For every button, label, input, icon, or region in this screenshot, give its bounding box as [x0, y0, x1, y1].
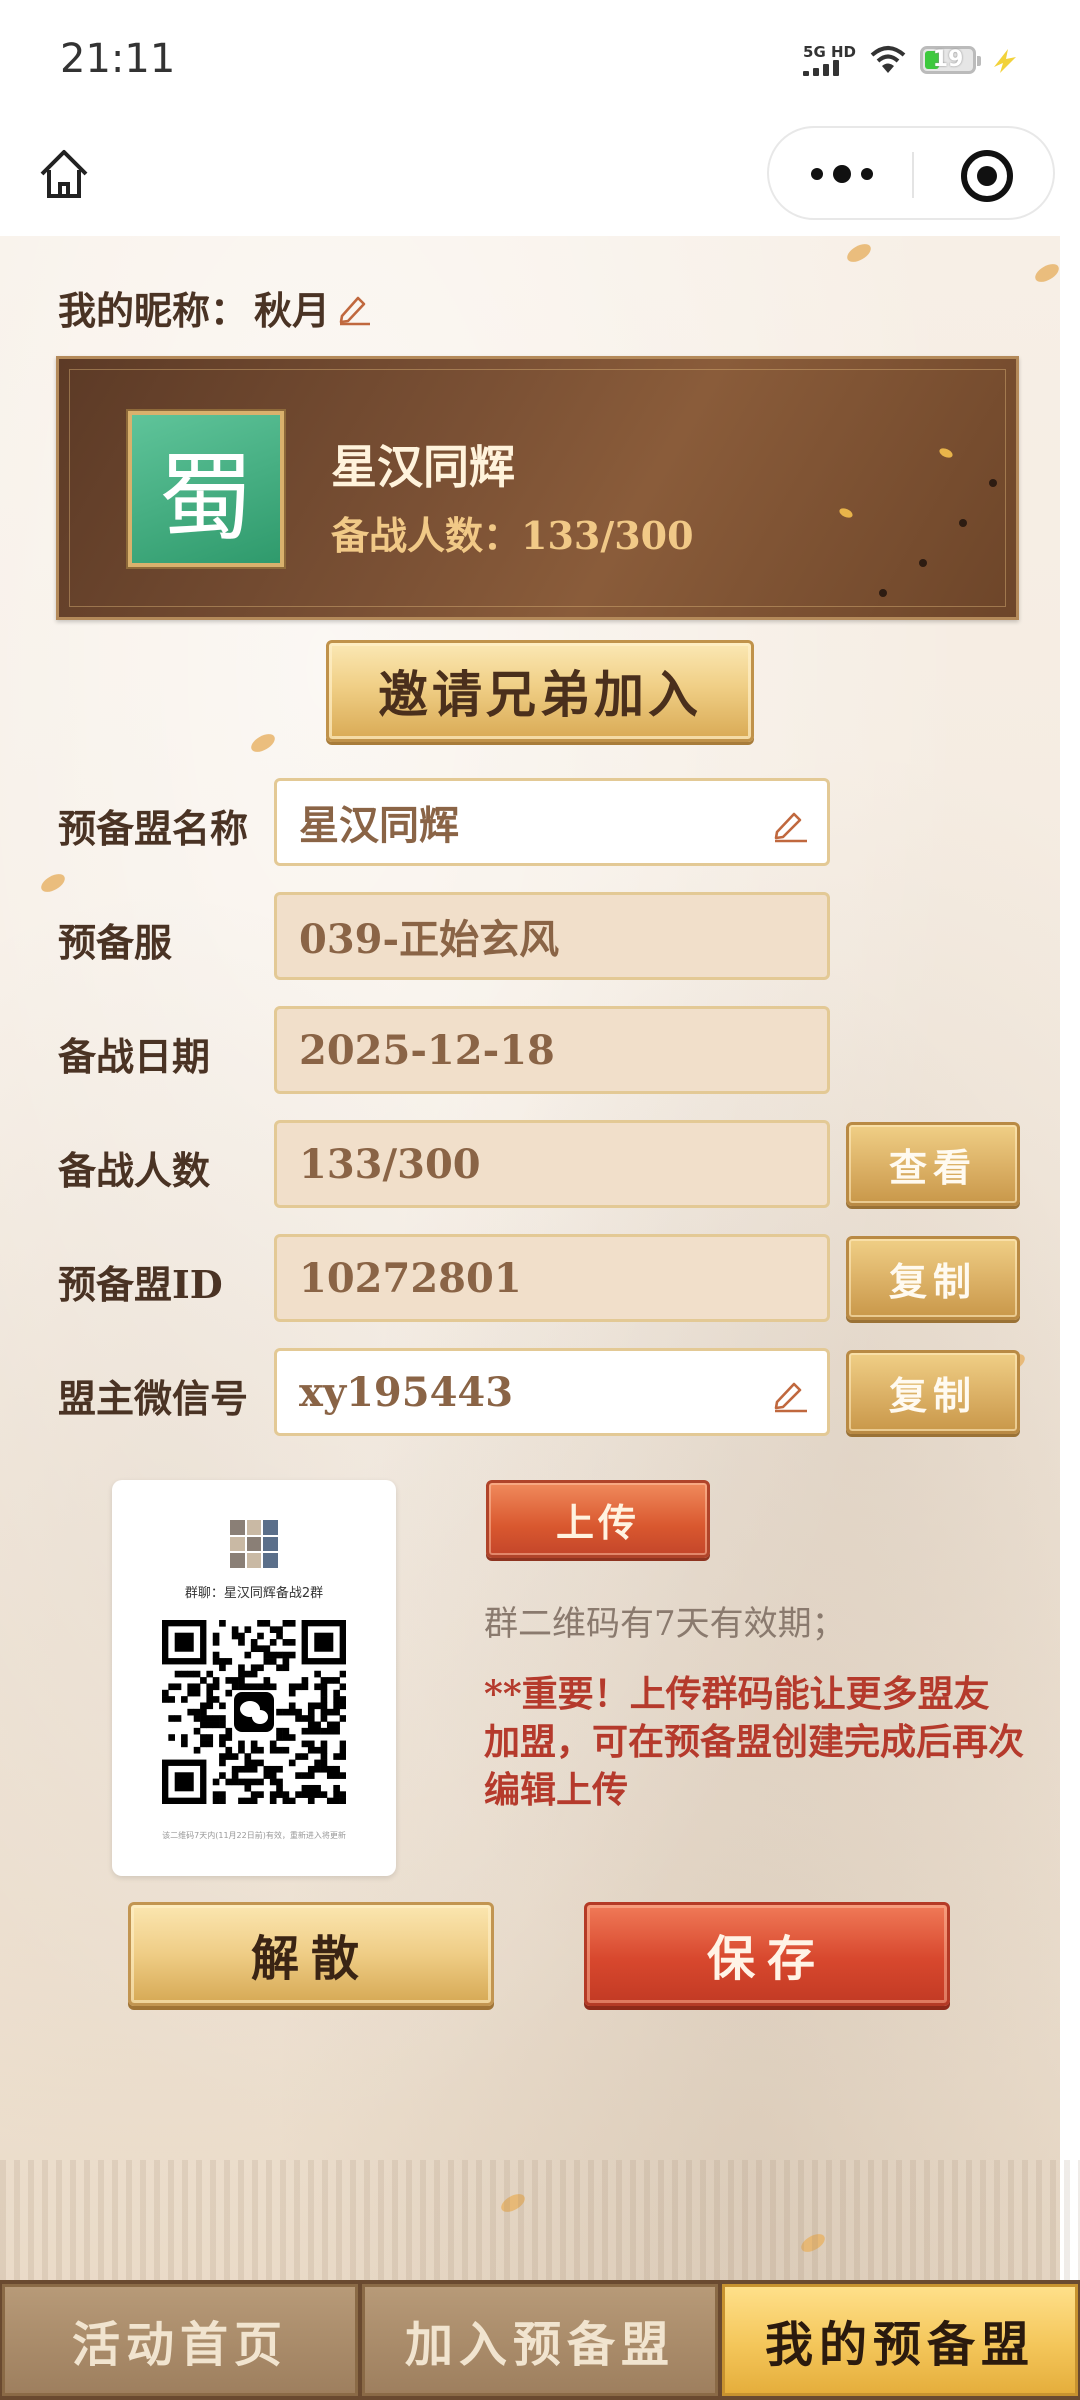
home-icon[interactable]: [34, 144, 94, 204]
qr-footer-text: 该二维码7天内(11月22日前)有效，重新进入将更新: [162, 1831, 346, 1840]
tab-activity-home[interactable]: 活动首页: [2, 2284, 358, 2396]
alliance-name-field[interactable]: 星汉同辉: [274, 778, 830, 866]
group-qr-card[interactable]: 群聊：星汉同辉备战2群 该二维码7天内(11月22日前)有效，重新进入将更新: [112, 1480, 396, 1876]
alliance-id-field: 10272801: [274, 1234, 830, 1322]
bottom-tab-bar: 活动首页 加入预备盟 我的预备盟: [0, 2280, 1080, 2400]
charging-bolt-icon: [994, 49, 1016, 73]
tab-my-alliance[interactable]: 我的预备盟: [722, 2284, 1078, 2396]
form-label-members: 备战人数: [58, 1148, 211, 1193]
form-label-alliance-name: 预备盟名称: [58, 806, 249, 851]
copy-id-button[interactable]: 复制: [846, 1236, 1020, 1320]
status-time: 21:11: [60, 36, 176, 82]
status-bar: 21:11 5G HD 19: [0, 0, 1080, 126]
signal-indicator: 5G HD: [803, 44, 856, 76]
qr-code-image: [162, 1620, 346, 1804]
wifi-icon: [870, 46, 906, 73]
alliance-banner: 蜀 星汉同辉 备战人数：133/300: [56, 356, 1019, 620]
alliance-id-value: 10272801: [299, 1254, 522, 1302]
network-label: 5G HD: [803, 43, 856, 61]
army-silhouette-decoration: [0, 2160, 1080, 2280]
alliance-name: 星汉同辉: [331, 440, 515, 494]
ink-dot: [959, 519, 967, 527]
petal-decoration: [1032, 260, 1062, 286]
emblem-text: 蜀: [158, 441, 254, 554]
form-label-date: 备战日期: [58, 1034, 211, 1079]
form-label-alliance-id: 预备盟ID: [58, 1262, 223, 1307]
capsule-divider: [912, 152, 914, 198]
battery-level: 19: [932, 47, 964, 72]
server-value: 039-正始玄风: [299, 916, 560, 963]
members-field: 133/300: [274, 1120, 830, 1208]
petal-decoration: [38, 870, 68, 896]
kingdom-emblem: 蜀: [128, 411, 284, 567]
date-field: 2025-12-18: [274, 1006, 830, 1094]
edit-pencil-icon[interactable]: [771, 1375, 809, 1413]
edit-pencil-icon[interactable]: [771, 805, 809, 843]
petal-decoration: [248, 730, 278, 756]
server-field: 039-正始玄风: [274, 892, 830, 980]
petal-decoration: [844, 240, 874, 266]
members-value: 133/300: [299, 1140, 481, 1188]
copy-wechat-button[interactable]: 复制: [846, 1350, 1020, 1434]
scroll-edge: [1060, 236, 1080, 2400]
status-icons: 5G HD 19: [803, 40, 1020, 80]
battery-icon: 19: [920, 46, 981, 74]
date-value: 2025-12-18: [299, 1026, 555, 1074]
leader-wechat-field[interactable]: xy195443: [274, 1348, 830, 1436]
signal-bars-icon: [803, 60, 840, 76]
ink-dot: [879, 589, 887, 597]
invite-brothers-button[interactable]: 邀请兄弟加入: [326, 640, 754, 742]
edit-nickname-icon[interactable]: [336, 290, 372, 326]
top-nav: [0, 126, 1080, 236]
view-members-button[interactable]: 查看: [846, 1122, 1020, 1206]
page-content: 我的昵称： 秋月 蜀 星汉同辉 备战人数：133/300 邀请兄弟加入 预备盟名…: [0, 236, 1080, 2400]
form-label-server: 预备服: [58, 920, 173, 965]
target-icon[interactable]: [959, 148, 1015, 204]
ink-dot: [919, 559, 927, 567]
alliance-member-count: 备战人数：133/300: [331, 513, 694, 558]
mini-program-capsule: [767, 126, 1055, 220]
qr-validity-note: 群二维码有7天有效期；: [484, 1604, 846, 1644]
more-dots-icon[interactable]: [809, 161, 875, 187]
disband-button[interactable]: 解散: [128, 1902, 494, 2006]
important-note: **重要！上传群码能让更多盟友加盟，可在预备盟创建完成后再次编辑上传: [484, 1673, 1025, 1811]
nickname-label: 我的昵称：: [58, 288, 249, 333]
tab-join-alliance[interactable]: 加入预备盟: [362, 2284, 718, 2396]
leader-wechat-value: xy195443: [299, 1368, 514, 1416]
qr-group-title: 群聊：星汉同辉备战2群: [184, 1586, 324, 1601]
upload-button[interactable]: 上传: [486, 1480, 710, 1558]
nickname-row: 我的昵称： 秋月: [58, 280, 372, 335]
nickname-value: 秋月: [254, 288, 331, 333]
ink-dot: [989, 479, 997, 487]
group-avatar: [230, 1520, 278, 1568]
alliance-name-value: 星汉同辉: [299, 802, 459, 849]
form-label-leader-wechat: 盟主微信号: [58, 1376, 249, 1421]
save-button[interactable]: 保存: [584, 1902, 950, 2006]
